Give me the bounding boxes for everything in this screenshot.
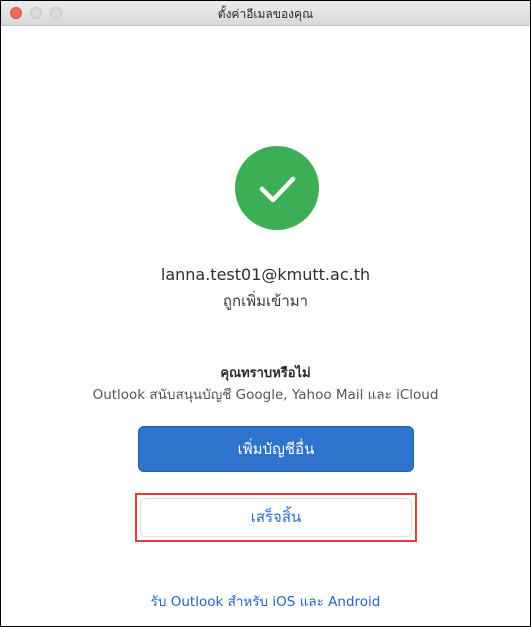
account-added-status: ถูกเพิ่มเข้ามา [222, 292, 309, 310]
get-outlook-mobile-link[interactable]: รับ Outlook สำหรับ iOS และ Android [1, 590, 530, 612]
setup-window: ตั้งค่าอีเมลของคุณ lanna.test01@kmutt.ac… [0, 0, 531, 627]
window-title: ตั้งค่าอีเมลของคุณ [217, 7, 314, 21]
info-heading: คุณทราบหรือไม่ [220, 366, 311, 381]
info-body: Outlook สนับสนุนบัญชี Google, Yahoo Mail… [92, 387, 439, 403]
account-email: lanna.test01@kmutt.ac.th [160, 265, 371, 284]
add-another-account-button[interactable]: เพิ่มบัญชีอื่น [138, 426, 414, 472]
done-button[interactable]: เสร็จสิ้น [140, 498, 412, 537]
title-bar[interactable]: ตั้งค่าอีเมลของคุณ [1, 1, 530, 26]
checkmark-circle-icon [235, 146, 319, 230]
